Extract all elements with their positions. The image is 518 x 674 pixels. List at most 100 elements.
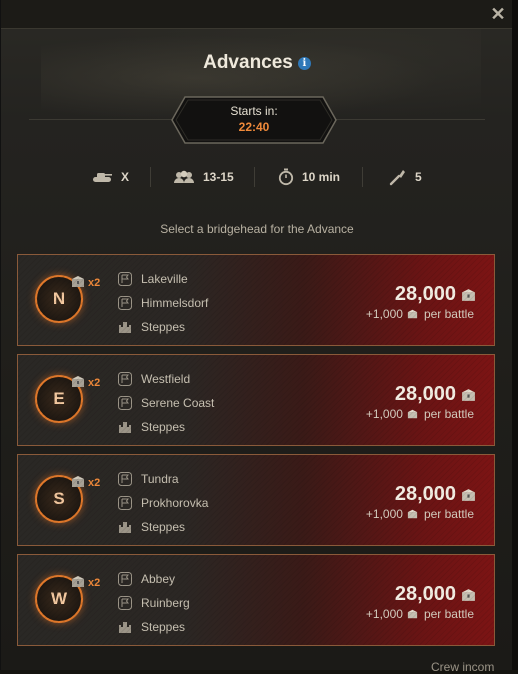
info-icon[interactable]: i bbox=[297, 56, 311, 70]
stat-duration-value: 10 min bbox=[302, 170, 341, 184]
stat-separator bbox=[362, 167, 363, 187]
fortress-icon bbox=[119, 322, 131, 333]
map-name: Abbey bbox=[141, 572, 176, 586]
multiplier-badge: x2 bbox=[88, 377, 101, 389]
advances-window: ✕ Advances i Starts in: 22:40 X 13-15 10 … bbox=[0, 0, 513, 674]
stat-duration: 10 min bbox=[278, 165, 340, 189]
reward-per-battle: +1,000 per battle bbox=[366, 607, 474, 621]
reserve-chest-icon bbox=[462, 388, 475, 401]
per-battle-value: +1,000 bbox=[365, 607, 403, 621]
reserve-chest-icon bbox=[72, 476, 84, 487]
per-battle-value: +1,000 bbox=[365, 507, 403, 521]
per-battle-label: per battle bbox=[423, 307, 474, 321]
reward-per-battle: +1,000 per battle bbox=[366, 307, 474, 321]
map-item: Ruinberg bbox=[118, 591, 190, 615]
reward-total: 28,000 bbox=[395, 483, 476, 506]
stats-bar: X 13-15 10 min 5 bbox=[1, 165, 513, 189]
stat-tier: X bbox=[91, 165, 129, 189]
map-item: Steppes bbox=[118, 415, 214, 439]
flag-icon bbox=[118, 596, 132, 610]
divider-left bbox=[29, 119, 179, 120]
map-name: Prokhorovka bbox=[141, 496, 209, 510]
timer-value: 22:40 bbox=[238, 120, 270, 134]
reserve-chest-icon bbox=[72, 576, 84, 587]
bridgehead-card-west[interactable]: W x2 Abbey Ruinberg Steppes 28,000 +1,00… bbox=[17, 554, 495, 646]
reward-value: 28,000 bbox=[394, 283, 456, 305]
tank-icon bbox=[93, 173, 112, 182]
reward-per-battle: +1,000 per battle bbox=[366, 507, 474, 521]
window-topbar bbox=[1, 0, 513, 29]
map-name: Tundra bbox=[141, 472, 179, 486]
flag-icon bbox=[118, 496, 132, 510]
flag-icon bbox=[118, 572, 132, 586]
map-list: Tundra Prokhorovka Steppes bbox=[118, 467, 208, 539]
stat-separator bbox=[254, 167, 255, 187]
per-battle-label: per battle bbox=[423, 607, 474, 621]
timer-label: Starts in: bbox=[230, 104, 278, 118]
close-icon[interactable]: ✕ bbox=[489, 5, 507, 23]
flag-icon bbox=[118, 296, 132, 310]
reward-per-battle: +1,000 per battle bbox=[366, 407, 474, 421]
multiplier-badge: x2 bbox=[88, 277, 101, 289]
stopwatch-icon bbox=[278, 168, 294, 186]
map-name: Himmelsdorf bbox=[141, 296, 209, 310]
map-item: Steppes bbox=[118, 615, 190, 639]
page-title: Advances i bbox=[1, 52, 513, 74]
divider-right bbox=[329, 119, 485, 120]
map-item: Abbey bbox=[118, 567, 190, 591]
stat-tier-value: X bbox=[121, 170, 130, 184]
reserve-chest-icon bbox=[407, 509, 418, 519]
flag-icon bbox=[118, 396, 132, 410]
wrench-icon bbox=[389, 170, 405, 186]
crew-income-hint: Crew incom bbox=[431, 660, 495, 674]
team-icon bbox=[174, 170, 194, 183]
flag-icon bbox=[118, 372, 132, 386]
reward-total: 28,000 bbox=[395, 383, 476, 406]
bridgehead-card-north[interactable]: N x2 Lakeville Himmelsdorf Steppes 28,00… bbox=[17, 254, 495, 346]
reserve-chest-icon bbox=[462, 588, 475, 601]
multiplier-badge: x2 bbox=[88, 477, 101, 489]
per-battle-value: +1,000 bbox=[365, 307, 403, 321]
reward-total: 28,000 bbox=[395, 283, 476, 306]
fortress-icon bbox=[119, 622, 131, 633]
stat-repairs-value: 5 bbox=[415, 170, 422, 184]
reserve-chest-icon bbox=[72, 376, 84, 387]
multiplier-badge: x2 bbox=[88, 577, 101, 589]
map-name: Steppes bbox=[141, 620, 186, 634]
map-item: Lakeville bbox=[118, 267, 208, 291]
map-item: Himmelsdorf bbox=[118, 291, 208, 315]
stat-separator bbox=[150, 167, 151, 187]
map-name: Westfield bbox=[141, 372, 191, 386]
fortress-icon bbox=[119, 422, 131, 433]
reserve-chest-icon bbox=[407, 409, 418, 419]
map-item: Steppes bbox=[118, 315, 208, 339]
map-name: Steppes bbox=[141, 320, 186, 334]
bridgehead-card-east[interactable]: E x2 Westfield Serene Coast Steppes 28,0… bbox=[17, 354, 495, 446]
fortress-icon bbox=[119, 522, 131, 533]
map-list: Lakeville Himmelsdorf Steppes bbox=[118, 267, 208, 339]
map-name: Lakeville bbox=[141, 272, 188, 286]
map-name: Steppes bbox=[141, 420, 186, 434]
flag-icon bbox=[118, 472, 132, 486]
per-battle-label: per battle bbox=[423, 407, 474, 421]
stat-repairs: 5 bbox=[389, 165, 422, 189]
reserve-chest-icon bbox=[462, 288, 475, 301]
stat-team: 13-15 bbox=[173, 165, 234, 189]
title-text: Advances bbox=[203, 52, 293, 73]
map-item: Prokhorovka bbox=[118, 491, 208, 515]
per-battle-value: +1,000 bbox=[365, 407, 403, 421]
bridgehead-card-south[interactable]: S x2 Tundra Prokhorovka Steppes 28,000 +… bbox=[17, 454, 495, 546]
map-list: Westfield Serene Coast Steppes bbox=[118, 367, 214, 439]
map-name: Serene Coast bbox=[141, 396, 215, 410]
reserve-chest-icon bbox=[407, 609, 418, 619]
map-item: Serene Coast bbox=[118, 391, 214, 415]
start-timer: Starts in: 22:40 bbox=[171, 96, 337, 144]
reward-value: 28,000 bbox=[394, 383, 456, 405]
reserve-chest-icon bbox=[72, 276, 84, 287]
map-name: Ruinberg bbox=[141, 596, 190, 610]
reward-value: 28,000 bbox=[394, 583, 456, 605]
flag-icon bbox=[118, 272, 132, 286]
map-item: Westfield bbox=[118, 367, 214, 391]
reserve-chest-icon bbox=[407, 309, 418, 319]
map-item: Steppes bbox=[118, 515, 208, 539]
